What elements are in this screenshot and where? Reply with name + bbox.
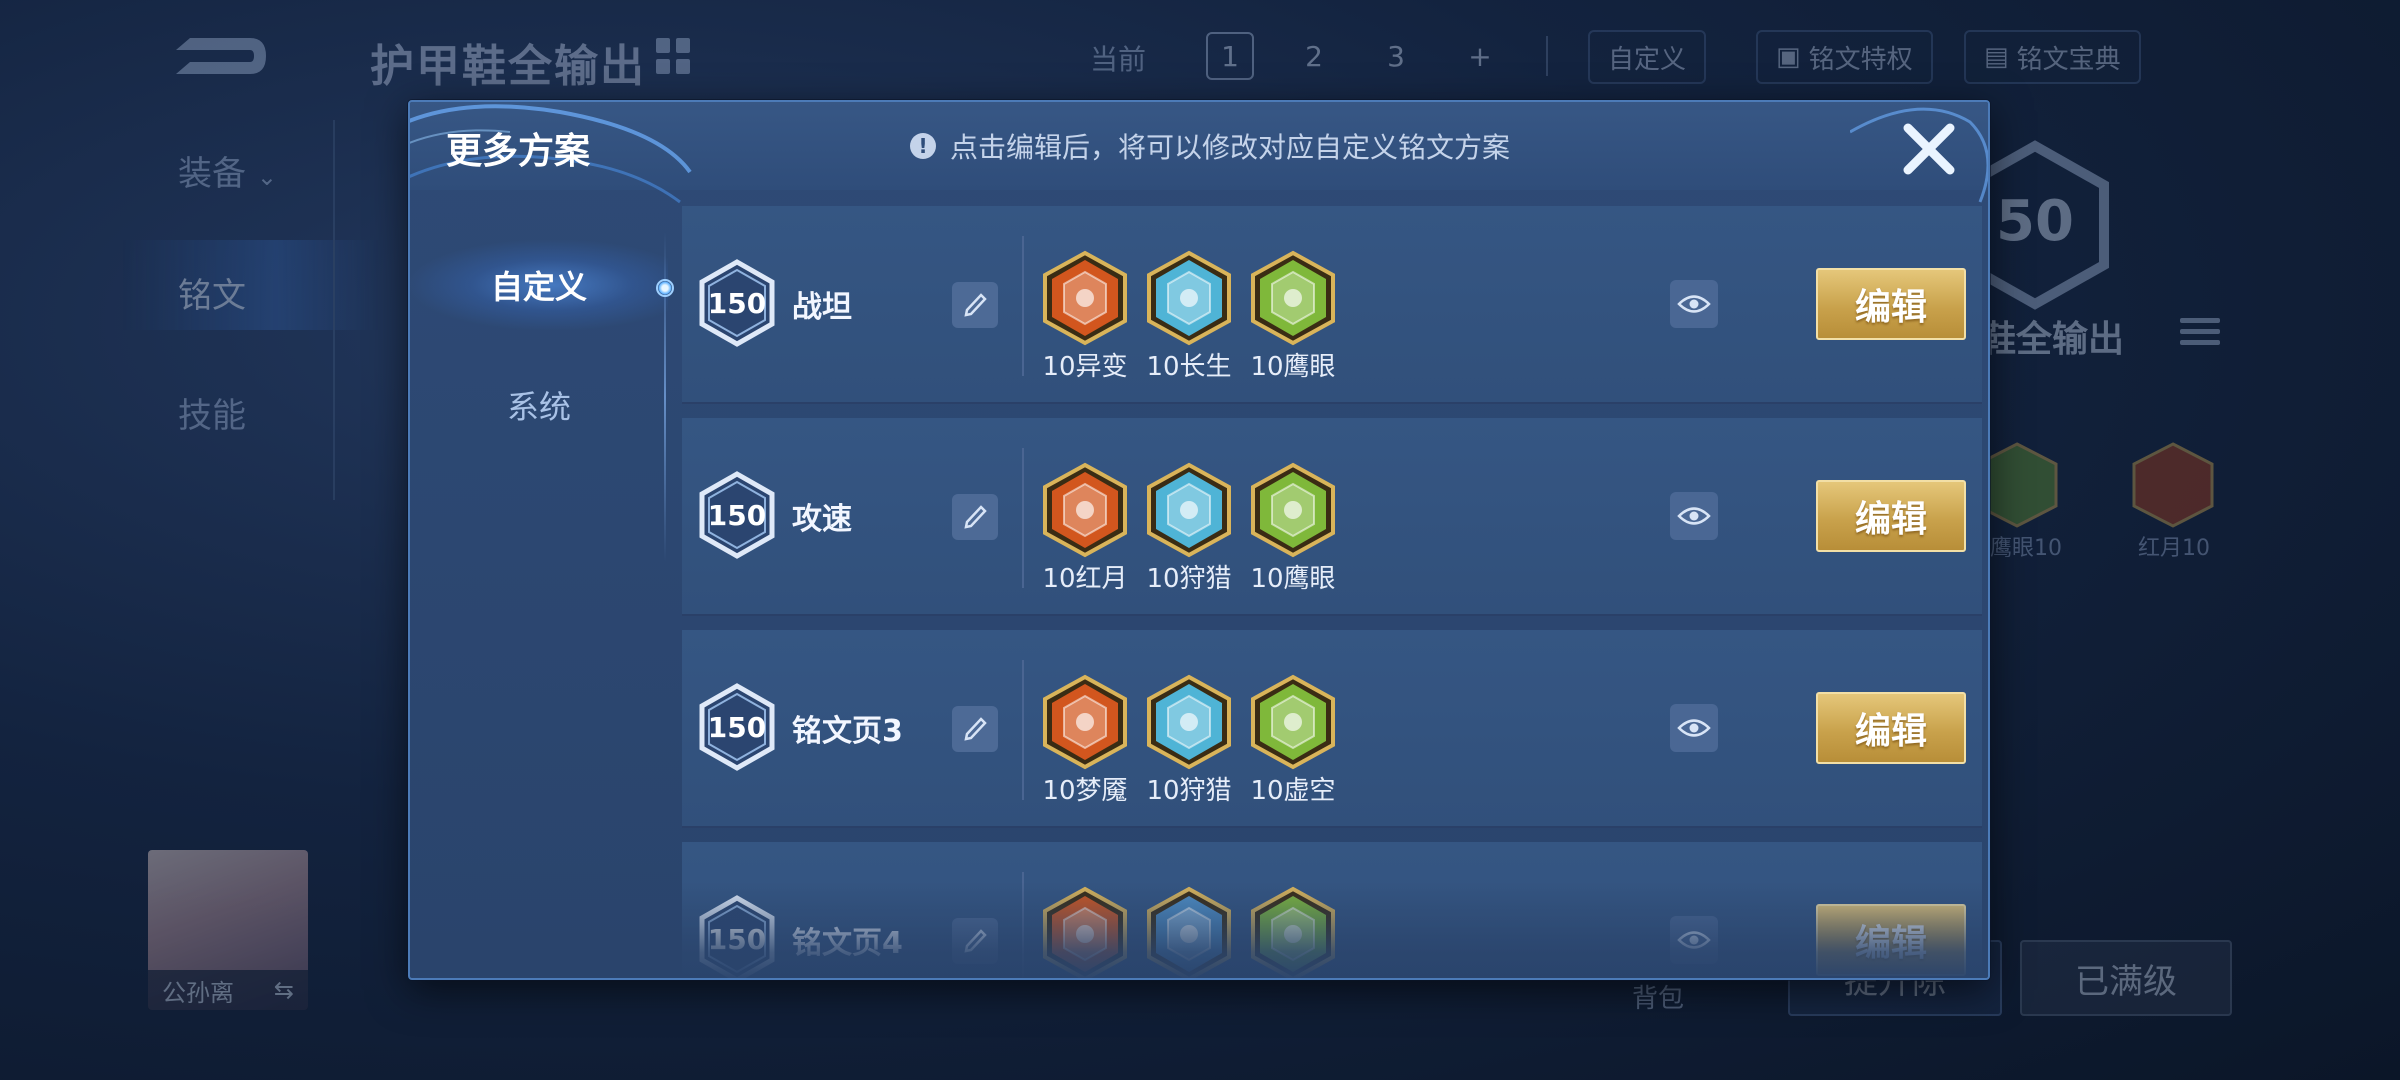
plan-level: 150 (708, 499, 766, 532)
plan-name: 战坦 (792, 290, 852, 325)
blue-rune-icon[interactable] (1146, 462, 1232, 558)
chevron-down-icon: ⌄ (256, 163, 277, 191)
green-rune-icon[interactable] (1250, 886, 1336, 980)
custom-tab[interactable]: 自定义 (1588, 30, 1707, 84)
tab-custom[interactable]: 自定义 (410, 240, 668, 330)
dialog-hint: ! 点击编辑后，将可以修改对应自定义铭文方案 (910, 126, 1510, 166)
right-level: 50 (1996, 189, 2074, 254)
preview-eye-icon[interactable] (1670, 280, 1718, 328)
rune-label: 10鹰眼 (1250, 352, 1336, 382)
level-hexagon-icon: 150 (699, 259, 775, 347)
swap-icon: ⇆ (273, 976, 294, 1004)
right-plan-title: 鞋全输出 (1980, 319, 2125, 360)
edit-button[interactable]: 编辑 (1816, 480, 1966, 552)
level-hexagon-icon: 150 (699, 471, 775, 559)
page-tab-3[interactable]: 3 (1372, 32, 1420, 80)
side-menu-highlight (120, 240, 380, 330)
more-plans-dialog: 更多方案 ! 点击编辑后，将可以修改对应自定义铭文方案 自定义 系统 150 战坦… (408, 100, 1990, 980)
rune-codex-tab[interactable]: ▤ 铭文宝典 (1964, 30, 2141, 84)
maxed-button[interactable]: 已满级 (2020, 940, 2232, 1016)
page-tab-1[interactable]: 1 (1206, 32, 1254, 80)
plan-name: 铭文页3 (792, 714, 903, 749)
plan-title: 护甲鞋全输出 (370, 41, 646, 92)
rune-label: 10异变 (1042, 352, 1128, 382)
row-divider (1022, 872, 1024, 978)
preview-eye-icon[interactable] (1670, 704, 1718, 752)
plan-row[interactable]: 150 铭文页3 10梦魇 10狩猎 10虚空 编辑 (682, 630, 1982, 828)
green-rune-icon[interactable] (1250, 250, 1336, 346)
book-icon: ▣ (1776, 42, 1801, 72)
tab-indicator-dot (656, 279, 674, 297)
rename-pencil-icon[interactable] (952, 282, 998, 328)
grid-icon[interactable] (656, 38, 692, 74)
rename-pencil-icon[interactable] (952, 494, 998, 540)
plan-level: 150 (708, 287, 766, 320)
red-rune-icon[interactable] (1042, 886, 1128, 980)
tab-system[interactable]: 系统 (410, 360, 668, 450)
preview-eye-icon[interactable] (1670, 492, 1718, 540)
row-divider (1022, 660, 1024, 800)
green-rune-icon[interactable] (1250, 674, 1336, 770)
side-menu-skill[interactable]: 技能 (178, 388, 246, 437)
hero-name: 公孙离 (162, 978, 234, 1007)
close-icon[interactable] (1896, 116, 1962, 182)
bag-label[interactable]: 背包 (1632, 978, 1684, 1015)
rune-label: 10虚空 (1250, 776, 1336, 806)
plan-level: 150 (708, 923, 766, 956)
hero-bar[interactable]: 公孙离 ⇆ (148, 970, 308, 1010)
red-rune-icon[interactable] (1042, 250, 1128, 346)
codex-icon: ▤ (1984, 42, 2009, 72)
level-hexagon-icon: 150 (699, 683, 775, 771)
plan-row[interactable]: 150 攻速 10红月 10狩猎 10鹰眼 编辑 (682, 418, 1982, 616)
level-hexagon-icon: 150 (699, 895, 775, 978)
current-label: 当前 (1090, 43, 1147, 76)
rune-label: 10狩猎 (1146, 564, 1232, 594)
side-divider (333, 120, 335, 500)
edit-button[interactable]: 编辑 (1816, 692, 1966, 764)
red-rune-icon[interactable] (1042, 462, 1128, 558)
rune-privilege-tab[interactable]: ▣ 铭文特权 (1756, 30, 1933, 84)
rune-label: 10鹰眼 (1250, 564, 1336, 594)
plan-name: 攻速 (792, 502, 852, 537)
row-divider (1022, 236, 1024, 376)
green-rune-icon[interactable] (1250, 462, 1336, 558)
blue-rune-icon[interactable] (1146, 250, 1232, 346)
bg-rune-label: 鹰眼10 (1990, 536, 2062, 561)
rune-privilege-label: 铭文特权 (1808, 44, 1913, 75)
custom-tab-label: 自定义 (1608, 44, 1687, 75)
plan-name: 铭文页4 (792, 926, 903, 961)
blue-rune-icon[interactable] (1146, 886, 1232, 980)
red-rune-icon[interactable] (1042, 674, 1128, 770)
edit-button[interactable]: 编辑 (1816, 904, 1966, 976)
side-menu-rune[interactable]: 铭文 (178, 268, 246, 317)
plan-list[interactable]: 150 战坦 10异变 10长生 10鹰眼 编辑 150 攻速 10红月 10狩猎 10鹰眼 编辑 15… (682, 206, 1982, 980)
blue-rune-icon[interactable] (1146, 674, 1232, 770)
rename-pencil-icon[interactable] (952, 706, 998, 752)
rune-label: 10狩猎 (1146, 776, 1232, 806)
row-divider (1022, 448, 1024, 588)
plan-row[interactable]: 150 战坦 10异变 10长生 10鹰眼 编辑 (682, 206, 1982, 404)
info-icon: ! (910, 133, 936, 159)
rune-label: 10红月 (1042, 564, 1128, 594)
bg-rune-label: 红月10 (2138, 536, 2210, 561)
back-arrow-icon[interactable] (170, 28, 270, 84)
hint-text: 点击编辑后，将可以修改对应自定义铭文方案 (950, 131, 1511, 164)
red-rune-icon[interactable] (2128, 440, 2218, 530)
add-page-button[interactable]: + (1456, 32, 1504, 80)
plan-level: 150 (708, 711, 766, 744)
page-tab-2[interactable]: 2 (1290, 32, 1338, 80)
rename-pencil-icon[interactable] (952, 918, 998, 964)
side-menu-equipment-label: 装备 (178, 154, 246, 194)
rune-label: 10长生 (1146, 352, 1232, 382)
rune-codex-label: 铭文宝典 (2016, 44, 2121, 75)
rune-label: 10梦魇 (1042, 776, 1128, 806)
side-menu-equipment[interactable]: 装备 ⌄ (178, 146, 277, 195)
preview-eye-icon[interactable] (1670, 916, 1718, 964)
plan-row[interactable]: 150 铭文页4 编辑 (682, 842, 1982, 980)
menu-icon[interactable] (2180, 318, 2220, 354)
plan-type-tabs: 自定义 系统 (410, 190, 668, 978)
edit-button[interactable]: 编辑 (1816, 268, 1966, 340)
divider (1546, 36, 1548, 76)
dialog-title: 更多方案 (446, 131, 591, 172)
